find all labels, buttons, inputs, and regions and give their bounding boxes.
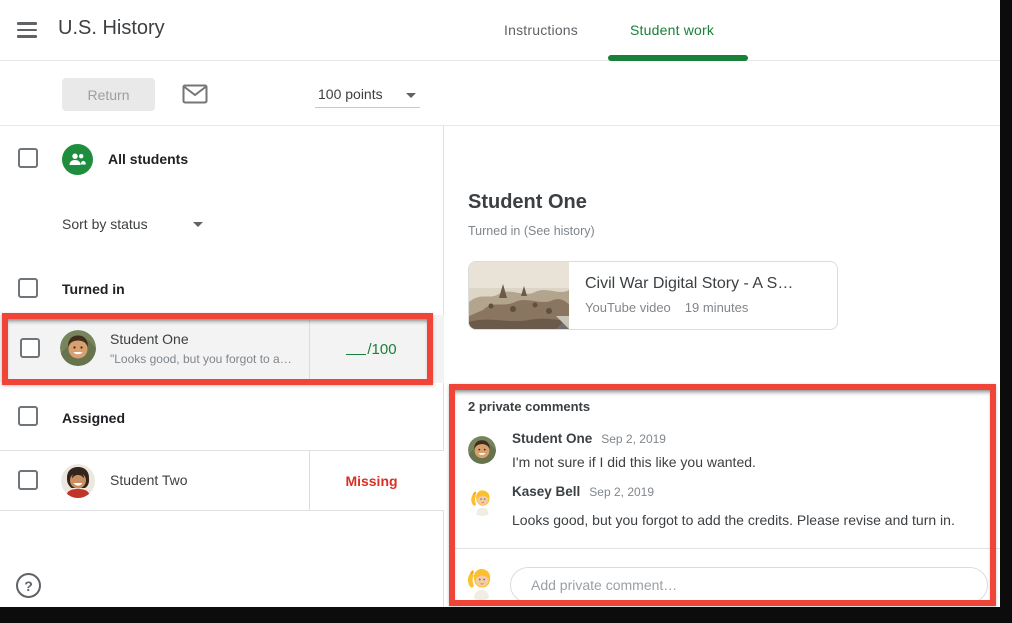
tab-instructions[interactable]: Instructions [504,22,578,38]
comment-text: Looks good, but you forgot to add the cr… [512,512,955,528]
return-button[interactable]: Return [62,78,155,111]
student-roster-panel: All students Sort by status Turned in St… [0,126,444,607]
all-students-label[interactable]: All students [108,151,188,167]
student-one-comment-preview: "Looks good, but you forgot to a… [110,352,302,366]
grading-toolbar: Return 100 points [0,62,1000,126]
active-tab-indicator [608,55,748,61]
select-all-checkbox[interactable] [18,148,38,168]
comment-author: Kasey Bell [512,484,580,499]
comment-author-avatar [468,436,496,464]
student-two-row[interactable]: Student Two Missing [0,451,444,511]
attachment-duration: 19 minutes [685,300,749,315]
comment-author-avatar [468,488,496,516]
page-title: U.S. History [58,17,165,40]
screenshot-frame [1000,0,1012,623]
assigned-label: Assigned [62,410,125,426]
private-comments-header: 2 private comments [468,399,590,414]
missing-badge: Missing [345,473,397,489]
dropdown-underline [315,107,420,108]
attachment-meta: YouTube video 19 minutes [585,300,793,315]
page-fold-icon [556,316,569,329]
sort-label: Sort by status [62,216,148,232]
turned-in-checkbox[interactable] [18,278,38,298]
attachment-type: YouTube video [585,300,671,315]
student-one-avatar [60,330,96,366]
detail-status-line[interactable]: Turned in (See history) [468,224,595,238]
attachment-title: Civil War Digital Story - A S… [585,275,793,293]
chevron-down-icon [193,222,203,227]
comment-author: Student One [512,431,592,446]
help-icon[interactable]: ? [16,573,41,598]
private-comment-input-wrap [510,567,988,603]
private-comment-input[interactable] [511,568,987,602]
grade-blank-line [346,343,366,355]
student-one-grade-field[interactable]: /100 [310,315,433,383]
screenshot-frame [0,607,1012,623]
student-two-checkbox[interactable] [18,470,38,490]
detail-student-name: Student One [468,191,587,214]
sort-by-status-dropdown[interactable]: Sort by status [62,216,148,234]
student-two-avatar [61,464,95,498]
top-app-bar: U.S. History Instructions Student work [0,0,1000,61]
comment-text: I'm not sure if I did this like you want… [512,454,756,470]
points-value: 100 points [315,86,383,102]
student-two-name: Student Two [110,472,188,488]
tab-student-work[interactable]: Student work [630,22,714,38]
grade-denominator: /100 [367,341,396,358]
chevron-down-icon [406,93,416,98]
classroom-app: U.S. History Instructions Student work R… [0,0,1012,623]
comment-date: Sep 2, 2019 [601,432,666,446]
video-thumbnail [469,262,569,329]
student-two-status-cell: Missing [310,451,433,510]
assigned-checkbox[interactable] [18,406,38,426]
turned-in-label: Turned in [62,281,125,297]
comment-date: Sep 2, 2019 [589,485,654,499]
comments-divider [450,548,1000,549]
comment-header: Kasey Bell Sep 2, 2019 [512,484,654,499]
teacher-avatar [464,566,498,600]
email-icon[interactable] [182,82,208,106]
student-one-checkbox[interactable] [20,338,40,358]
attachment-info: Civil War Digital Story - A S… YouTube v… [569,262,793,329]
comment-header: Student One Sep 2, 2019 [512,431,666,446]
points-dropdown[interactable]: 100 points [315,86,420,104]
menu-icon[interactable] [17,22,37,38]
student-one-name: Student One [110,331,189,347]
student-one-row[interactable]: Student One "Looks good, but you forgot … [0,315,444,383]
all-students-icon [62,144,93,175]
attachment-card[interactable]: Civil War Digital Story - A S… YouTube v… [468,261,838,330]
